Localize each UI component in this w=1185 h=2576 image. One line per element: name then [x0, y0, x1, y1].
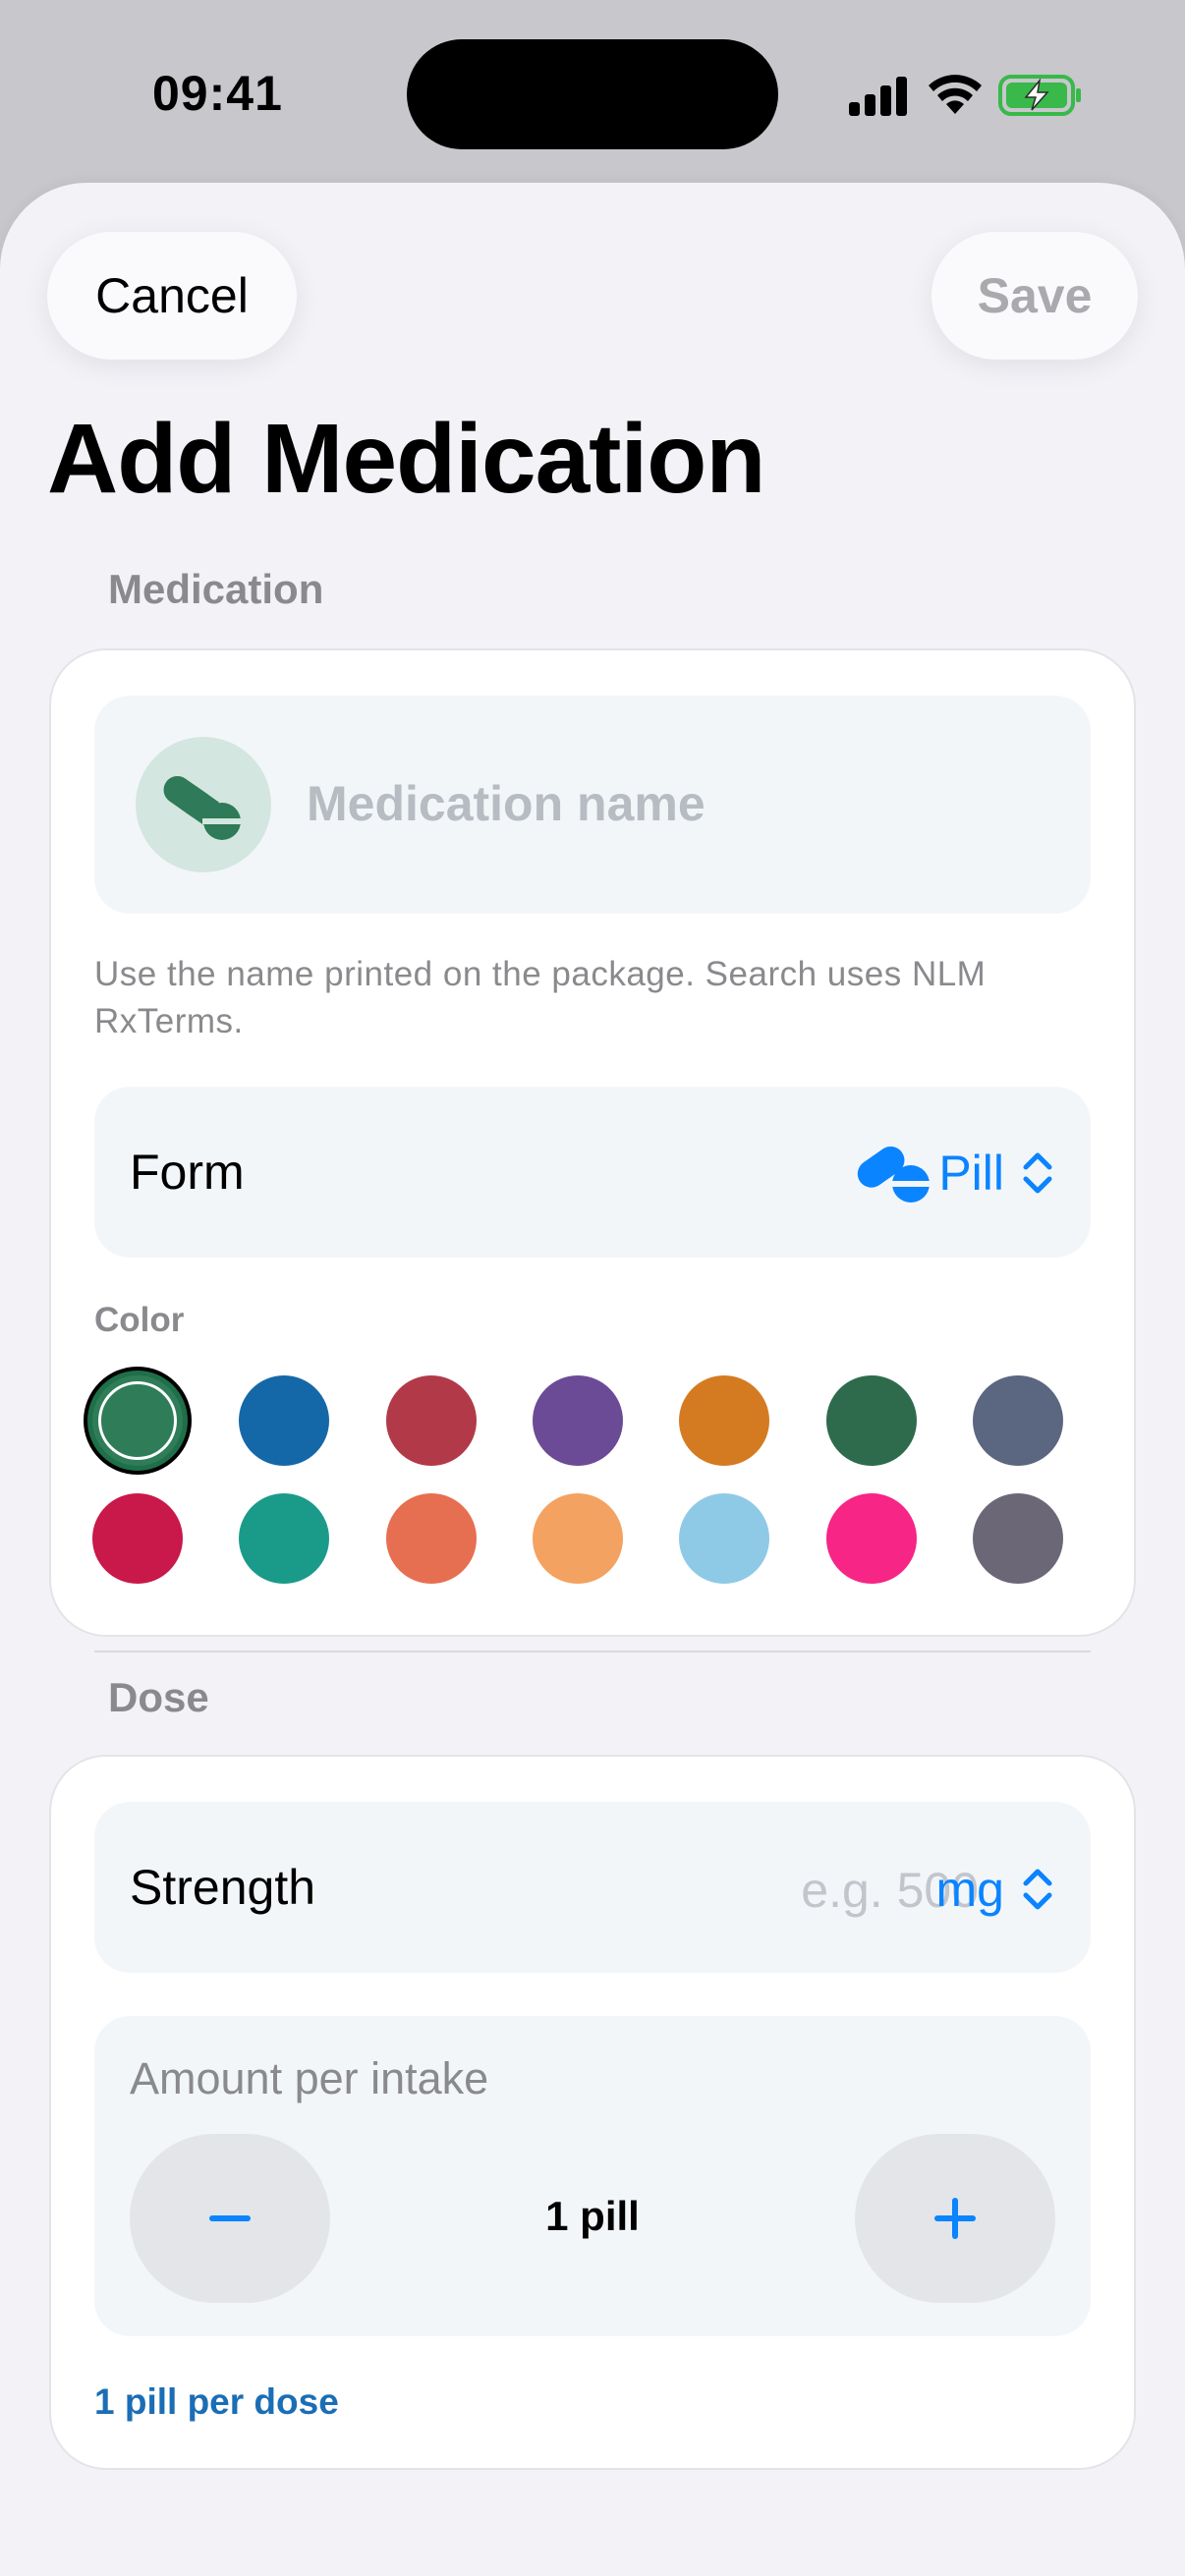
cellular-signal-icon	[849, 77, 907, 116]
status-time: 09:41	[152, 66, 283, 121]
color-swatch[interactable]	[973, 1375, 1063, 1466]
dose-summary: 1 pill per dose	[94, 2381, 339, 2422]
medication-name-helper: Use the name printed on the package. Sea…	[94, 955, 987, 1040]
section-divider	[94, 1651, 1091, 1652]
chevron-up-down-icon	[1023, 1152, 1052, 1194]
form-value: Pill	[938, 1146, 1004, 1201]
battery-charging-icon	[998, 75, 1081, 116]
medication-section-header: Medication	[108, 566, 324, 612]
medication-name-input[interactable]	[307, 755, 1053, 853]
save-button[interactable]: Save	[931, 232, 1138, 360]
form-label: Form	[130, 1145, 245, 1200]
amount-label: Amount per intake	[130, 2053, 489, 2103]
color-swatch[interactable]	[92, 1375, 183, 1466]
status-icons	[849, 71, 1085, 120]
plus-icon	[934, 2198, 976, 2239]
color-swatch[interactable]	[386, 1493, 477, 1584]
color-swatch[interactable]	[92, 1493, 183, 1584]
color-swatch[interactable]	[533, 1375, 623, 1466]
color-swatch[interactable]	[533, 1493, 623, 1584]
pill-icon	[858, 1146, 931, 1203]
color-label: Color	[94, 1301, 185, 1339]
color-swatch[interactable]	[973, 1493, 1063, 1584]
amount-row: Amount per intake 1 pill	[94, 2016, 1091, 2336]
form-picker[interactable]: Pill	[852, 1144, 1057, 1203]
pill-icon	[163, 775, 242, 840]
page-title: Add Medication	[47, 404, 765, 514]
unit-picker[interactable]: mg	[936, 1861, 1057, 1918]
strength-row: Strength mg	[94, 1802, 1091, 1973]
color-swatch[interactable]	[239, 1493, 329, 1584]
strength-label: Strength	[130, 1860, 316, 1915]
medication-avatar	[136, 737, 271, 872]
dynamic-island	[407, 39, 778, 149]
increment-button[interactable]	[855, 2134, 1055, 2303]
chevron-up-down-icon	[1023, 1869, 1052, 1910]
color-swatch[interactable]	[679, 1493, 769, 1584]
color-swatch[interactable]	[826, 1375, 917, 1466]
color-swatch[interactable]	[386, 1375, 477, 1466]
cancel-button[interactable]: Cancel	[47, 232, 297, 360]
form-row[interactable]: Form Pill	[94, 1087, 1091, 1258]
wifi-icon	[929, 75, 982, 114]
color-swatch[interactable]	[826, 1493, 917, 1584]
color-swatch[interactable]	[239, 1375, 329, 1466]
dose-section-header: Dose	[108, 1674, 209, 1720]
status-bar: 09:41	[0, 0, 1185, 187]
color-swatch[interactable]	[679, 1375, 769, 1466]
medication-name-row[interactable]	[94, 696, 1091, 914]
unit-value: mg	[935, 1862, 1004, 1917]
